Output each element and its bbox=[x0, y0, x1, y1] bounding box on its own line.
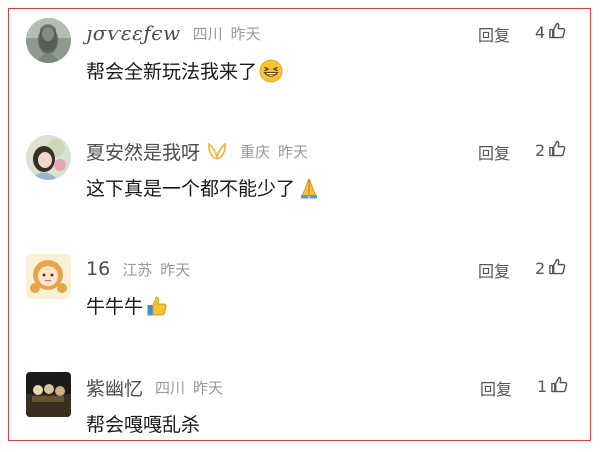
timestamp: 昨天 bbox=[193, 378, 224, 397]
location: 重庆 bbox=[240, 142, 271, 161]
like-count: 1 bbox=[537, 377, 548, 396]
grinning-squint-face-icon bbox=[259, 59, 283, 83]
username[interactable]: 16 bbox=[86, 258, 110, 280]
username[interactable]: ȷσѵεεƒєw bbox=[86, 21, 181, 45]
like-button[interactable]: 2 bbox=[535, 139, 567, 162]
thumbs-up-icon bbox=[145, 294, 169, 318]
reply-button[interactable]: 回复 bbox=[478, 140, 510, 164]
comment-text-content: 这下真是一个都不能少了 bbox=[86, 178, 296, 200]
comment-meta: 紫幽忆 四川 昨天 bbox=[86, 374, 223, 400]
yellow-ribbon-badge-icon bbox=[206, 141, 228, 161]
folded-hands-icon bbox=[297, 176, 321, 200]
like-count: 2 bbox=[535, 141, 546, 160]
like-button[interactable]: 4 bbox=[535, 21, 567, 44]
comment-text: 帮会全新玩法我来了 bbox=[86, 57, 283, 84]
avatar[interactable] bbox=[26, 18, 71, 63]
comment-meta: 夏安然是我呀 重庆 昨天 bbox=[86, 138, 308, 164]
comment-text: 这下真是一个都不能少了 bbox=[86, 174, 321, 201]
username[interactable]: 紫幽忆 bbox=[86, 374, 143, 401]
location: 四川 bbox=[192, 24, 223, 43]
like-button[interactable]: 2 bbox=[535, 257, 567, 280]
comment-item: 夏安然是我呀 重庆 昨天 回复 2 这下真是一个都不能少了 bbox=[0, 118, 606, 201]
like-count: 4 bbox=[535, 23, 546, 42]
comment-item: 16 江苏 昨天 回复 2 牛牛牛 bbox=[0, 236, 606, 319]
reply-button[interactable]: 回复 bbox=[478, 258, 510, 282]
timestamp: 昨天 bbox=[278, 142, 309, 161]
avatar[interactable] bbox=[26, 135, 71, 180]
avatar[interactable] bbox=[26, 254, 71, 299]
comment-text-content: 帮会全新玩法我来了 bbox=[86, 61, 258, 83]
thumbs-up-icon bbox=[548, 257, 567, 280]
thumbs-up-icon bbox=[550, 375, 569, 398]
reply-button[interactable]: 回复 bbox=[480, 376, 512, 400]
comment-item: ȷσѵεεƒєw 四川 昨天 回复 4 帮会全新玩法我来了 bbox=[0, 0, 606, 83]
thumbs-up-icon bbox=[548, 21, 567, 44]
comment-text-content: 牛牛牛 bbox=[86, 296, 144, 318]
comment-meta: 16 江苏 昨天 bbox=[86, 256, 190, 282]
timestamp: 昨天 bbox=[230, 24, 261, 43]
avatar[interactable] bbox=[26, 372, 71, 417]
comment-text-content: 帮会嘎嘎乱杀 bbox=[86, 414, 201, 436]
comment-meta: ȷσѵεεƒєw 四川 昨天 bbox=[86, 20, 261, 46]
like-count: 2 bbox=[535, 259, 546, 278]
comment-text: 帮会嘎嘎乱杀 bbox=[86, 410, 200, 437]
thumbs-up-icon bbox=[548, 139, 567, 162]
location: 江苏 bbox=[122, 260, 153, 279]
like-button[interactable]: 1 bbox=[537, 375, 569, 398]
comment-text: 牛牛牛 bbox=[86, 292, 169, 319]
timestamp: 昨天 bbox=[160, 260, 191, 279]
comment-item: 紫幽忆 四川 昨天 回复 1 帮会嘎嘎乱杀 bbox=[0, 354, 606, 437]
username[interactable]: 夏安然是我呀 bbox=[86, 138, 200, 165]
location: 四川 bbox=[155, 378, 186, 397]
reply-button[interactable]: 回复 bbox=[478, 22, 510, 46]
